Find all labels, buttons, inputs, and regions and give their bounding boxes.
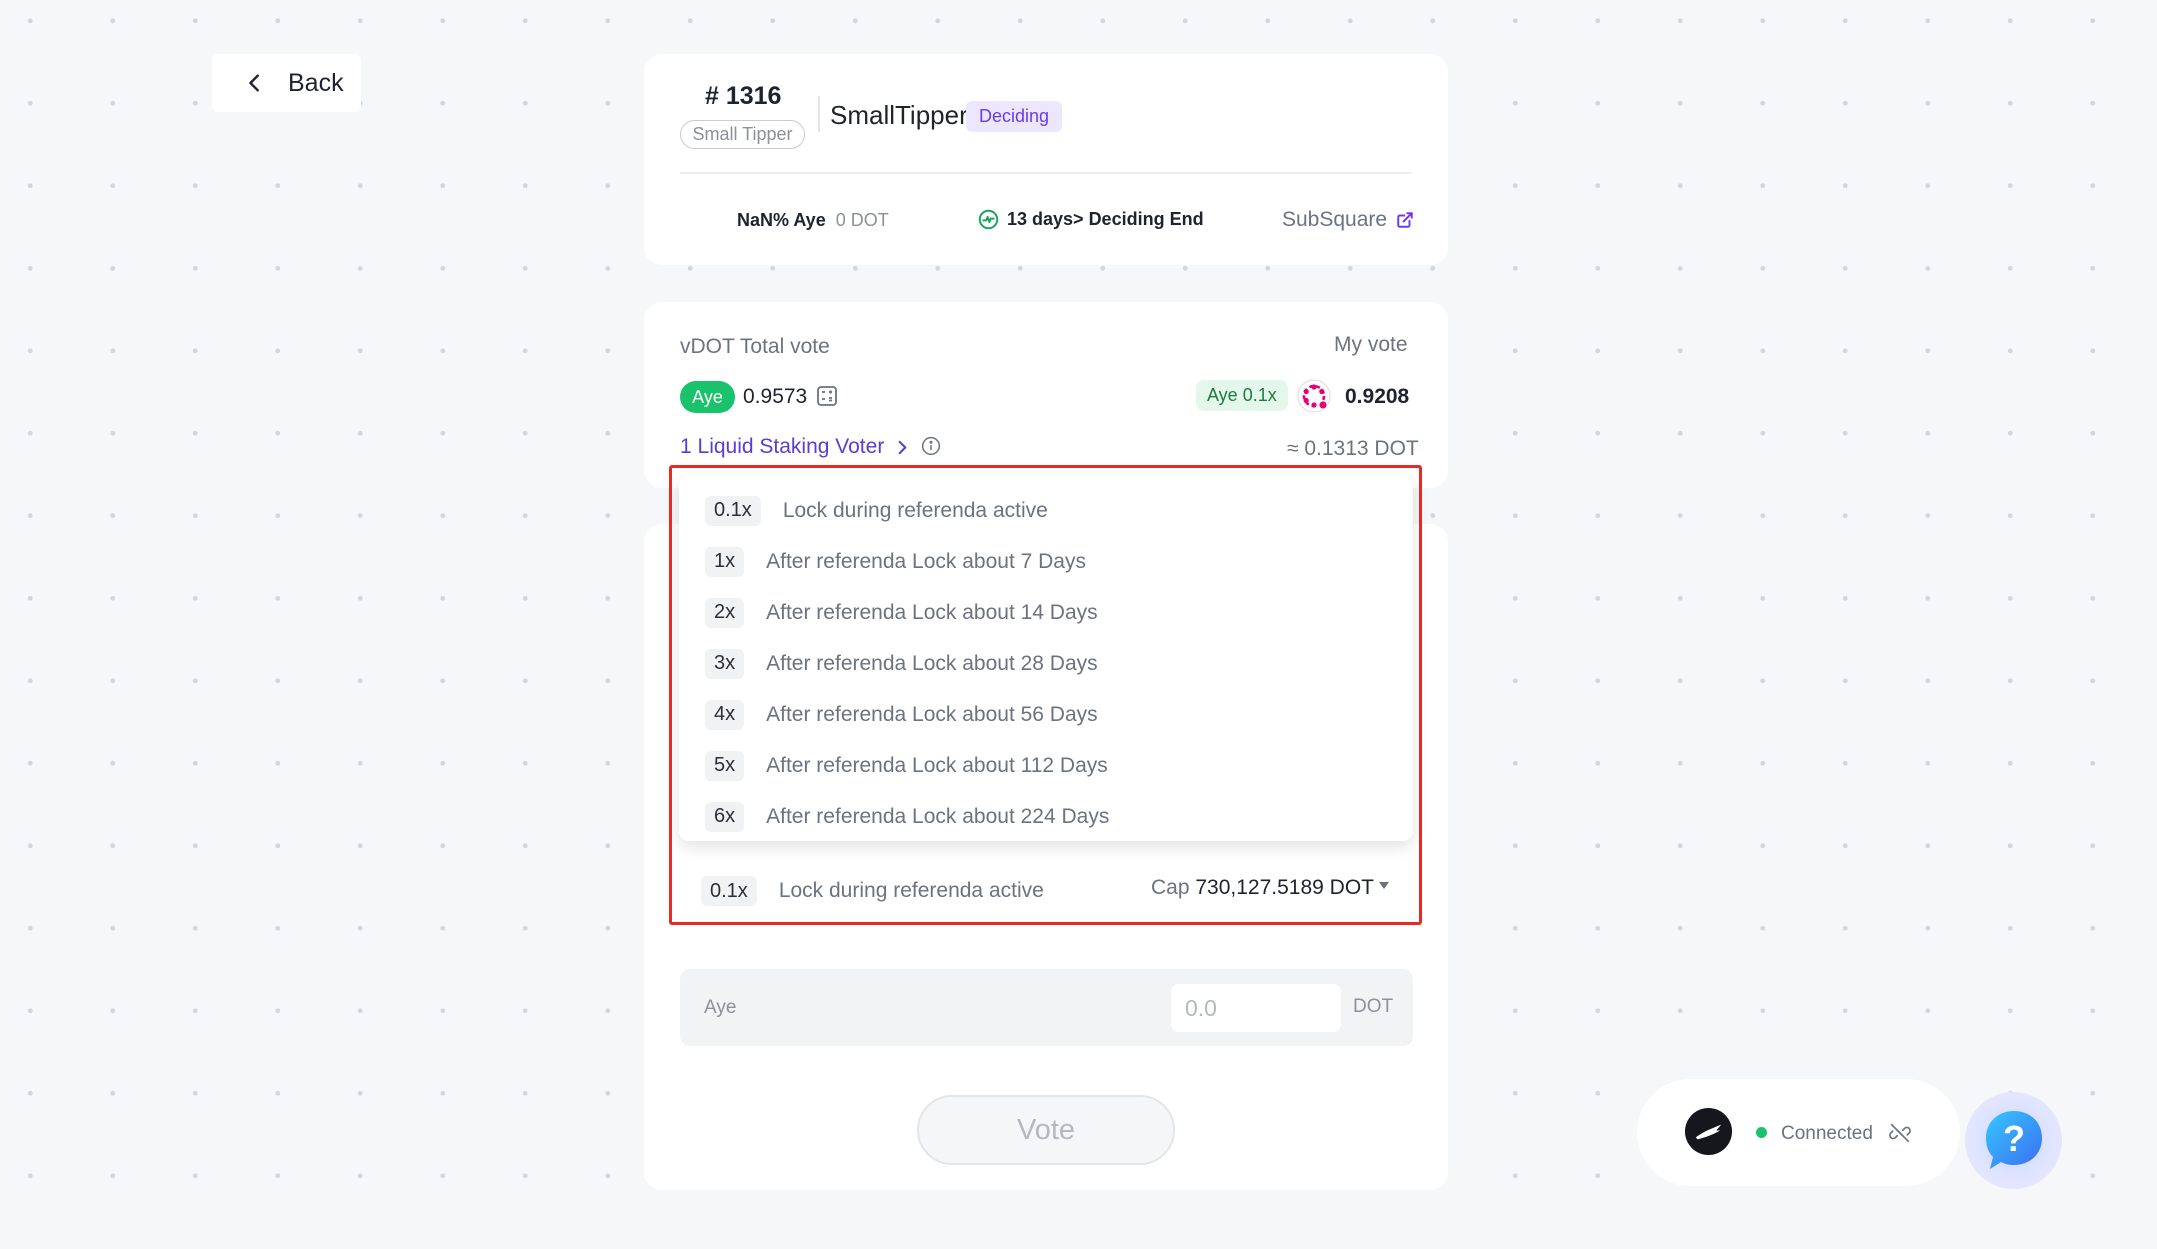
amount-unit: DOT xyxy=(1353,996,1394,1017)
conviction-option[interactable]: 4x After referenda Lock about 56 Days xyxy=(679,689,1413,740)
total-vote-label: vDOT Total vote xyxy=(680,335,830,358)
conviction-dropdown: 0.1x Lock during referenda active 1x Aft… xyxy=(679,475,1413,841)
aye-percent: NaN% Aye xyxy=(737,210,826,230)
selected-conviction-label: Lock during referenda active xyxy=(778,879,1044,902)
my-vote-badge: Aye 0.1x xyxy=(1196,380,1288,411)
connected-status-dot xyxy=(1756,1127,1767,1138)
referendum-number: # 1316 xyxy=(705,82,782,110)
my-vote-dot-approx: ≈ 0.1313 DOT xyxy=(1287,437,1419,460)
conviction-option[interactable]: 1x After referenda Lock about 7 Days xyxy=(679,536,1413,587)
conviction-option[interactable]: 6x After referenda Lock about 224 Days xyxy=(679,791,1413,842)
back-label: Back xyxy=(288,68,344,97)
divider xyxy=(818,96,820,132)
liquid-staking-voter-link[interactable]: 1 Liquid Staking Voter xyxy=(680,435,909,459)
conviction-label: After referenda Lock about 7 Days xyxy=(766,549,1086,573)
my-vote-value: 0.9208 xyxy=(1345,385,1410,408)
help-button[interactable]: ? xyxy=(1965,1092,2062,1189)
conviction-multiplier: 2x xyxy=(705,597,745,628)
my-vote-label: My vote xyxy=(1334,333,1408,356)
deciding-text: 13 days> Deciding End xyxy=(1007,209,1204,229)
conviction-option[interactable]: 2x After referenda Lock about 14 Days xyxy=(679,587,1413,638)
status-badge: Deciding xyxy=(966,101,1063,132)
subsquare-link[interactable]: SubSquare xyxy=(1282,208,1414,232)
conviction-option[interactable]: 3x After referenda Lock about 28 Days xyxy=(679,638,1413,689)
vote-button[interactable]: Vote xyxy=(917,1095,1175,1165)
polkadot-avatar-icon xyxy=(1297,379,1331,413)
conviction-multiplier: 6x xyxy=(705,801,745,832)
conviction-label: Lock during referenda active xyxy=(782,498,1048,522)
wallet-logo-icon xyxy=(1684,1107,1733,1156)
conviction-multiplier: 0.1x xyxy=(705,495,761,526)
chevron-right-icon xyxy=(898,440,907,454)
aye-amount: 0 DOT xyxy=(835,210,889,230)
help-question-icon: ? xyxy=(1985,1110,2042,1169)
voter-link-label: 1 Liquid Staking Voter xyxy=(680,435,885,458)
conviction-option[interactable]: 5x After referenda Lock about 112 Days xyxy=(679,740,1413,791)
conviction-option[interactable]: 0.1x Lock during referenda active xyxy=(679,485,1413,536)
amount-input[interactable] xyxy=(1171,984,1341,1032)
cap-label: Cap xyxy=(1151,876,1190,899)
conviction-multiplier: 4x xyxy=(705,699,745,730)
external-link-icon xyxy=(1397,212,1413,228)
conviction-multiplier: 3x xyxy=(705,648,745,679)
track-badge: Small Tipper xyxy=(680,120,805,149)
calculator-icon[interactable] xyxy=(815,384,839,408)
activity-icon xyxy=(978,209,999,230)
total-vote-value: 0.9573 xyxy=(743,385,808,408)
chevron-left-icon xyxy=(249,74,259,92)
conviction-label: After referenda Lock about 224 Days xyxy=(766,804,1110,828)
svg-text:?: ? xyxy=(2003,1118,2025,1159)
conviction-label: After referenda Lock about 112 Days xyxy=(766,753,1108,777)
caret-down-icon[interactable] xyxy=(1379,882,1389,890)
cap-amount: Cap 730,127.5189 DOT xyxy=(1151,876,1374,900)
aye-pill: Aye xyxy=(680,381,735,413)
deciding-status: 13 days> Deciding End xyxy=(978,209,1204,230)
conviction-label: After referenda Lock about 56 Days xyxy=(766,702,1098,726)
subsquare-label: SubSquare xyxy=(1282,208,1388,231)
referendum-title: SmallTipper xyxy=(830,100,968,130)
connection-status: Connected xyxy=(1781,1123,1873,1144)
aye-percent-stat: NaN% Aye 0 DOT xyxy=(737,210,889,231)
conviction-multiplier: 5x xyxy=(705,750,745,781)
disconnect-icon[interactable] xyxy=(1889,1122,1911,1144)
conviction-multiplier: 1x xyxy=(705,546,745,577)
info-icon[interactable] xyxy=(921,436,941,456)
selected-multiplier: 0.1x xyxy=(701,876,757,906)
conviction-label: After referenda Lock about 28 Days xyxy=(766,651,1098,675)
vote-direction-label: Aye xyxy=(704,997,737,1018)
back-button[interactable]: Back xyxy=(212,54,361,112)
cap-value: 730,127.5189 DOT xyxy=(1195,876,1374,899)
divider xyxy=(680,172,1412,174)
conviction-label: After referenda Lock about 14 Days xyxy=(766,600,1098,624)
